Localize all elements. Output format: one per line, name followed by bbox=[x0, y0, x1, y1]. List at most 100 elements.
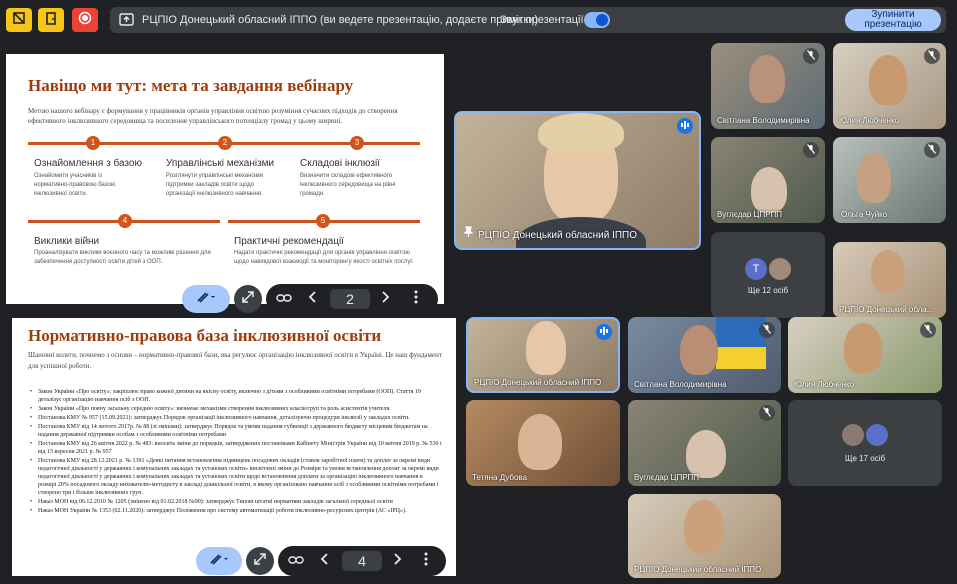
speaking-indicator bbox=[596, 324, 612, 340]
record-button[interactable] bbox=[72, 8, 98, 32]
avatar: Т bbox=[745, 258, 767, 280]
mic-off-indicator bbox=[924, 48, 940, 64]
toggle-knob bbox=[596, 14, 608, 26]
raise-hand-button[interactable] bbox=[6, 8, 32, 32]
link-icon[interactable] bbox=[288, 552, 310, 570]
speaking-icon bbox=[680, 117, 690, 135]
slide-2-page-number[interactable]: 4 bbox=[342, 551, 382, 571]
participant-figure bbox=[869, 55, 907, 105]
more-icon[interactable] bbox=[424, 552, 434, 571]
fullscreen-button[interactable] bbox=[234, 285, 262, 313]
participant-name: Вуглєдар ЦПРПП bbox=[717, 210, 783, 219]
slide-2-pager: 4 bbox=[278, 546, 446, 576]
step-3-desc: Визначити складові ефективного інклюзивн… bbox=[300, 173, 396, 197]
participant-tile[interactable]: РЦПІО Донецький обласний ІППО bbox=[628, 494, 781, 578]
chevron-left-icon[interactable] bbox=[320, 552, 334, 570]
slide-1-page-number[interactable]: 2 bbox=[330, 289, 370, 309]
participant-name: Світлана Володимирівна bbox=[634, 380, 727, 389]
fullscreen-button-2[interactable] bbox=[246, 547, 274, 575]
door-icon bbox=[44, 11, 58, 30]
step-1-title: Ознайомлення з базою bbox=[34, 158, 142, 169]
more-participants-tile[interactable]: Ще 17 осіб bbox=[788, 400, 942, 486]
mic-off-indicator bbox=[759, 322, 775, 338]
slide-2-title: Нормативно-правова база інклюзивної осві… bbox=[28, 326, 382, 345]
participant-name: Юлия Любченко bbox=[839, 116, 900, 125]
presentation-bar: РЦПІО Донецький обласний ІППО (ви ведете… bbox=[110, 7, 946, 33]
pin-icon[interactable] bbox=[463, 224, 474, 242]
slide-1-title: Навіщо ми тут: мета та завдання вебінару bbox=[28, 76, 354, 95]
participant-figure bbox=[844, 323, 882, 373]
participant-figure bbox=[749, 55, 785, 103]
mic-off-icon bbox=[924, 321, 932, 339]
bullet-item: Закон України «Про освіту»: закріплює пр… bbox=[28, 388, 442, 404]
leave-door-button[interactable] bbox=[38, 8, 64, 32]
featured-speaker-tile[interactable]: РЦПІО Донецький обласний ІППО bbox=[454, 111, 701, 250]
participant-tile[interactable]: Вуглєдар ЦПРПП bbox=[711, 137, 825, 223]
speaking-icon bbox=[599, 323, 609, 341]
mic-off-indicator bbox=[920, 322, 936, 338]
participant-tile[interactable]: Ольга Чуйко bbox=[833, 137, 946, 223]
mic-off-indicator bbox=[924, 142, 940, 158]
participant-tile[interactable]: Світлана Володимирівна bbox=[711, 43, 825, 129]
participant-tile[interactable]: Юлия Любченко bbox=[833, 43, 946, 129]
more-participants-label: Ще 12 осіб bbox=[747, 286, 789, 295]
participant-figure bbox=[518, 414, 562, 470]
stop-presentation-button[interactable]: Зупинити презентацію bbox=[845, 9, 941, 31]
participant-name: Вуглєдар ЦПРПП bbox=[634, 473, 700, 482]
avatar bbox=[842, 424, 864, 446]
bullet-item: Закон України «Про повну загальну середн… bbox=[28, 405, 442, 413]
mic-off-indicator bbox=[803, 142, 819, 158]
pen-icon bbox=[196, 290, 216, 309]
avatar bbox=[866, 424, 888, 446]
bullet-item: Наказ МОН України № 1353 (02.11.2020): з… bbox=[28, 507, 442, 515]
step-5-desc: Надати практичні рекомендації для органі… bbox=[234, 250, 414, 265]
speaking-indicator bbox=[677, 118, 693, 134]
participant-tile[interactable]: Світлана Володимирівна bbox=[628, 317, 781, 393]
featured-speaker-name: РЦПІО Донецький обласний ІППО bbox=[478, 230, 638, 241]
participant-tile[interactable]: Тетяна Дубова bbox=[466, 400, 620, 486]
slide-2-bullets: Закон України «Про освіту»: закріплює пр… bbox=[28, 388, 442, 516]
presentation-sound-label: Звук презентації bbox=[500, 14, 584, 26]
step-4-title: Виклики війни bbox=[34, 236, 100, 247]
participant-figure bbox=[857, 153, 891, 203]
step-2-title: Управлінські механізми bbox=[166, 158, 275, 169]
mic-off-icon bbox=[763, 321, 771, 339]
participant-tile[interactable]: Вуглєдар ЦПРПП bbox=[628, 400, 781, 486]
participant-name: РЦПІО Донецький обласний ІППО bbox=[474, 378, 602, 387]
bullet-item: Постанова КМУ від 28.12.2021 р. № 1391 «… bbox=[28, 457, 442, 497]
avatar bbox=[769, 258, 791, 280]
bullet-item: Постанова КМУ від 26 квітня 2022 р. № 48… bbox=[28, 440, 442, 456]
annotate-button[interactable] bbox=[182, 285, 230, 313]
chevron-left-icon[interactable] bbox=[308, 290, 322, 308]
hand-icon bbox=[12, 11, 26, 30]
more-participants-label: Ще 17 осіб bbox=[844, 454, 886, 463]
slide-1-pager: 2 bbox=[266, 284, 438, 314]
participant-tile[interactable]: РЦПІО Донецький обла... bbox=[833, 242, 946, 318]
pen-icon bbox=[209, 552, 229, 571]
participant-name: Світлана Володимирівна bbox=[717, 116, 810, 125]
annotate-button-2[interactable] bbox=[196, 547, 242, 575]
participant-name: РЦПІО Донецький обла... bbox=[839, 305, 934, 314]
participant-figure bbox=[686, 430, 726, 478]
step-2-desc: Розглянути управлінські механізми підтри… bbox=[166, 173, 263, 197]
expand-icon bbox=[253, 552, 267, 571]
participant-figure bbox=[871, 250, 905, 294]
step-3-number: 3 bbox=[350, 136, 364, 150]
chevron-right-icon[interactable] bbox=[392, 552, 406, 570]
mic-off-icon bbox=[807, 47, 815, 65]
speaker-hair bbox=[538, 113, 624, 153]
slide-1-controls: 2 bbox=[182, 284, 438, 314]
participant-tile[interactable]: РЦПІО Донецький обласний ІППО bbox=[466, 317, 620, 393]
step-4-number: 4 bbox=[118, 214, 132, 228]
mic-off-icon bbox=[928, 141, 936, 159]
participant-tile[interactable]: Юлия Любченко bbox=[788, 317, 942, 393]
presentation-sound-toggle[interactable] bbox=[584, 12, 610, 28]
mic-off-icon bbox=[928, 47, 936, 65]
more-participants-tile[interactable]: Т Ще 12 осіб bbox=[711, 232, 825, 318]
chevron-right-icon[interactable] bbox=[380, 290, 394, 308]
expand-icon bbox=[241, 290, 255, 309]
link-icon[interactable] bbox=[276, 290, 298, 308]
more-icon[interactable] bbox=[414, 290, 424, 309]
step-1-desc: Ознайомити учасників із нормативно-право… bbox=[34, 173, 116, 197]
participant-name: Юлия Любченко bbox=[794, 380, 855, 389]
